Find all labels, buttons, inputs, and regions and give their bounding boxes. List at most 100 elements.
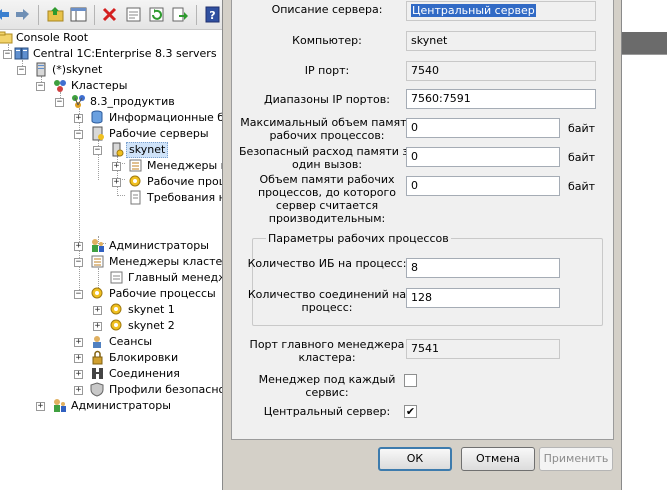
delete-icon[interactable] — [101, 6, 118, 23]
apply-button[interactable]: Применить — [539, 447, 613, 471]
tree-node-cluster-managers[interactable]: − Менеджеры кластера — [0, 254, 236, 270]
tree-node-sessions[interactable]: + Сеансы — [0, 334, 230, 350]
forward-arrow-icon[interactable] — [14, 6, 31, 23]
memory-threshold-unit: байт — [568, 180, 596, 193]
memory-threshold-input[interactable]: 0 — [406, 176, 560, 196]
expand-icon[interactable]: + — [93, 306, 102, 315]
tree-node-administrators[interactable]: + Администраторы — [0, 238, 230, 254]
toolbar-separator — [38, 5, 39, 25]
tree-node-process-2[interactable]: + skynet 2 — [0, 318, 230, 334]
tree-node-working-processes[interactable]: − Рабочие процессы — [0, 286, 230, 302]
expand-icon[interactable]: + — [74, 354, 83, 363]
expand-icon[interactable]: + — [74, 370, 83, 379]
database-icon — [90, 110, 105, 125]
max-memory-input[interactable]: 0 — [406, 118, 560, 138]
server-process-icon — [109, 142, 124, 157]
collapse-icon[interactable]: − — [36, 82, 45, 91]
server-properties-dialog: Описание сервера: Центральный сервер Ком… — [222, 0, 622, 490]
computer-label: Компьютер: — [292, 34, 362, 47]
manager-icon — [109, 270, 124, 285]
process-icon — [109, 302, 124, 317]
ib-per-process-label: Количество ИБ на процесс: — [247, 257, 407, 270]
collapse-icon[interactable]: − — [74, 258, 83, 267]
svg-text:?: ? — [209, 9, 215, 22]
tree-node-infobases[interactable]: + Информационные базы — [0, 110, 245, 126]
tree-node-cluster[interactable]: − 8.3_продуктив — [0, 94, 230, 110]
managers-icon — [128, 158, 143, 173]
collapse-icon[interactable]: − — [17, 66, 26, 75]
tree-node-locks[interactable]: + Блокировки — [0, 350, 230, 366]
tree-node-requirements[interactable]: Требования назначения — [0, 190, 287, 206]
ip-ranges-input[interactable]: 7560:7591 — [406, 89, 596, 109]
collapse-icon[interactable]: − — [74, 290, 83, 299]
tree-node-clusters[interactable]: − Кластеры — [0, 78, 230, 94]
ip-port-field[interactable]: 7540 — [406, 61, 596, 81]
server-description-field[interactable]: Центральный сервер — [406, 1, 596, 21]
tree-node-cluster-managers-sub[interactable]: + Менеджеры кластера — [0, 158, 274, 174]
safe-memory-input[interactable]: 0 — [406, 147, 560, 167]
clusters-icon — [52, 78, 67, 93]
up-folder-icon[interactable] — [47, 6, 64, 23]
tree-label: skynet 2 — [128, 319, 175, 332]
console-tree: Console Root − Central 1C:Enterprise 8.3… — [0, 30, 287, 490]
ip-port-label: IP порт: — [304, 64, 350, 77]
refresh-icon[interactable] — [148, 6, 165, 23]
manager-per-service-label: Менеджер под каждый сервис: — [258, 373, 396, 399]
server-description-label: Описание сервера: — [271, 3, 383, 16]
ok-button[interactable]: ОК — [378, 447, 452, 471]
cluster-icon — [71, 94, 86, 109]
tree-label: Соединения — [109, 367, 180, 380]
collapse-icon[interactable]: − — [74, 130, 83, 139]
cancel-button[interactable]: Отмена — [461, 447, 535, 471]
expand-icon[interactable]: + — [74, 338, 83, 347]
processes-icon — [90, 286, 105, 301]
tree-label: Рабочие процессы — [109, 287, 216, 300]
connections-per-process-input[interactable]: 128 — [406, 288, 560, 308]
tree-label: Console Root — [16, 31, 89, 44]
tree-node-central-servers[interactable]: − Central 1C:Enterprise 8.3 servers — [0, 46, 230, 62]
properties-icon[interactable] — [125, 6, 142, 23]
tree-node-process-1[interactable]: + skynet 1 — [0, 302, 230, 318]
tree-label: Администраторы — [109, 239, 209, 252]
tree-node-console-root[interactable]: Console Root — [0, 30, 230, 46]
tree-node-main-manager[interactable]: Главный менеджер — [0, 270, 242, 286]
process-settings-group-title: Параметры рабочих процессов — [266, 232, 451, 245]
tree-node-server-skynet[interactable]: − skynet — [0, 142, 230, 158]
back-arrow-icon[interactable] — [0, 6, 11, 23]
collapse-icon[interactable]: − — [55, 98, 64, 107]
central-server-checkbox[interactable]: ✔ — [404, 405, 417, 418]
tree-node-root-administrators[interactable]: + Администраторы — [0, 398, 230, 414]
expand-icon[interactable]: + — [36, 402, 45, 411]
ib-per-process-input[interactable]: 8 — [406, 258, 560, 278]
lock-icon — [90, 350, 105, 365]
tree-label: Администраторы — [71, 399, 171, 412]
tree-node-working-processes-sub[interactable]: + Рабочие процессы — [0, 174, 254, 190]
expand-icon[interactable]: + — [74, 114, 83, 123]
tree-label: (*)skynet — [52, 63, 103, 76]
mmc-toolbar: ? — [0, 0, 230, 30]
expand-icon[interactable]: + — [74, 242, 83, 251]
administrators-icon — [90, 238, 105, 253]
tree-node-skynet-host[interactable]: − (*)skynet — [0, 62, 230, 78]
expand-icon[interactable]: + — [74, 386, 83, 395]
result-pane — [622, 0, 667, 490]
working-servers-icon — [90, 126, 105, 141]
expand-icon[interactable]: + — [93, 322, 102, 331]
show-hide-tree-icon[interactable] — [70, 6, 87, 23]
tree-node-security-profiles[interactable]: + Профили безопасности — [0, 382, 245, 398]
tree-node-working-servers[interactable]: − Рабочие серверы — [0, 126, 230, 142]
export-list-icon[interactable] — [171, 6, 188, 23]
server-icon — [33, 62, 48, 77]
tree-label: Сеансы — [109, 335, 153, 348]
server-group-icon — [14, 46, 29, 61]
help-icon[interactable]: ? — [204, 6, 221, 23]
collapse-icon[interactable]: − — [3, 50, 12, 59]
tree-label: Менеджеры кластера — [109, 255, 237, 268]
computer-field[interactable]: skynet — [406, 31, 596, 51]
main-manager-port-field[interactable]: 7541 — [406, 339, 560, 359]
manager-per-service-checkbox[interactable] — [404, 374, 417, 387]
expand-icon[interactable]: + — [112, 162, 121, 171]
collapse-icon[interactable]: − — [93, 146, 102, 155]
tree-node-connections[interactable]: + Соединения — [0, 366, 230, 382]
expand-icon[interactable]: + — [112, 178, 121, 187]
